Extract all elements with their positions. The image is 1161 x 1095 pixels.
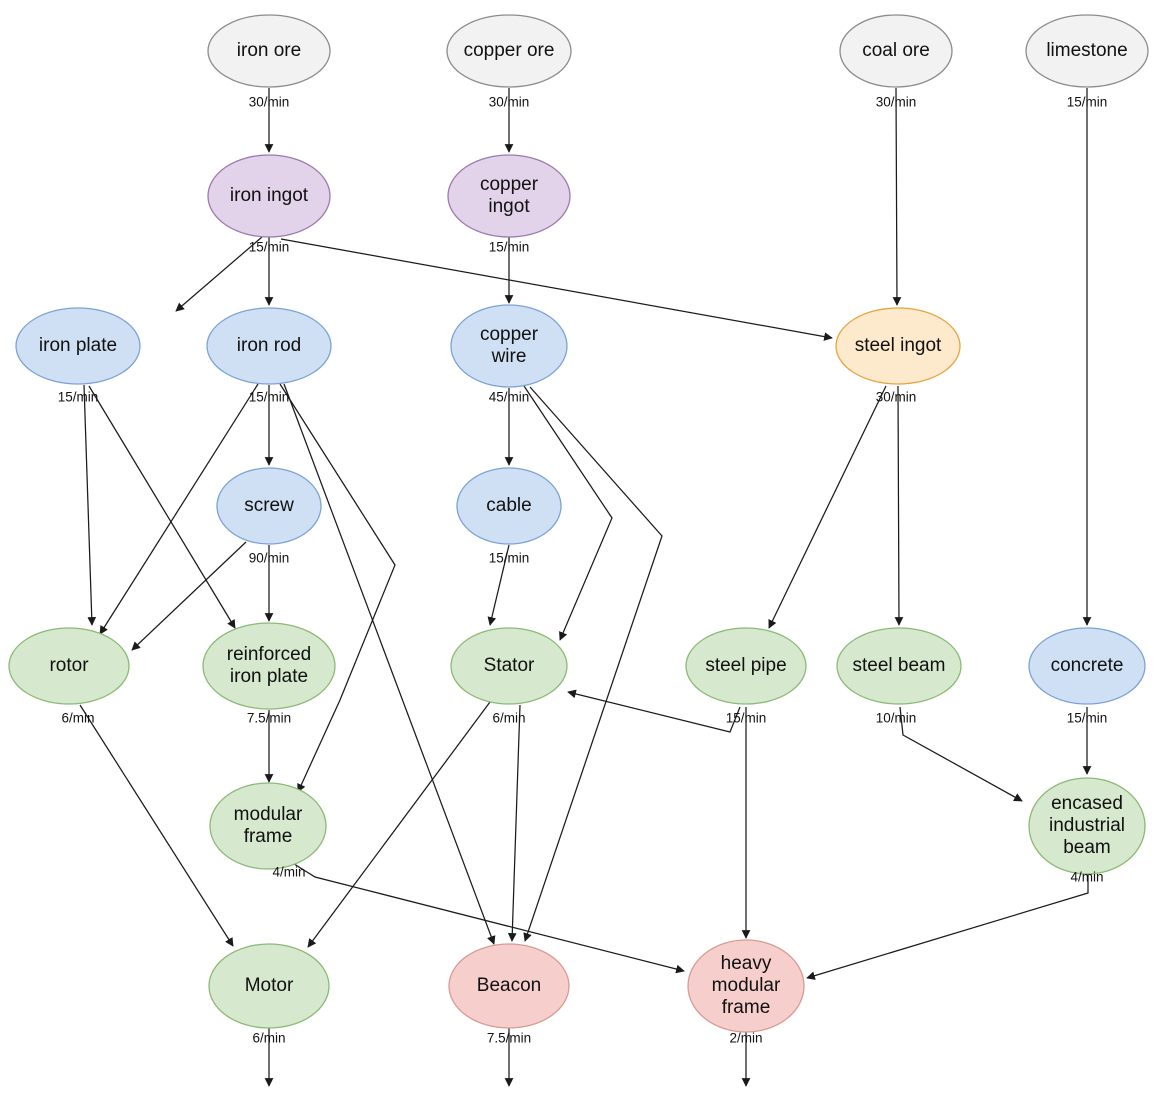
node-label-rip: reinforced iron plate xyxy=(227,644,312,687)
node-copper_wire[interactable]: copper wire xyxy=(450,304,568,388)
node-beacon[interactable]: Beacon xyxy=(448,943,570,1029)
node-label-cable: cable xyxy=(486,495,531,516)
node-copper_ingot[interactable]: copper ingot xyxy=(447,154,571,238)
node-rip[interactable]: reinforced iron plate xyxy=(202,622,336,710)
edge-iron_rod-to-mod_frame xyxy=(279,383,396,793)
rate-label-stator: 6/min xyxy=(492,711,525,726)
node-label-steel_pipe: steel pipe xyxy=(705,655,786,676)
rate-labels-layer: 30/min 30/min 30/min 15/min 15/min 15/min 15/m… xyxy=(58,95,1108,1046)
node-stator[interactable]: Stator xyxy=(450,627,568,705)
node-coal_ore[interactable]: coal ore xyxy=(839,14,953,88)
rate-label-screw: 90/min xyxy=(249,551,290,566)
edge-eib-to-hmf xyxy=(806,874,1089,980)
node-iron_ore[interactable]: iron ore xyxy=(207,14,331,88)
rate-label-hmf: 2/min xyxy=(729,1031,762,1046)
node-concrete[interactable]: concrete xyxy=(1028,627,1146,705)
rate-label-concrete: 15/min xyxy=(1067,711,1108,726)
node-label-screw: screw xyxy=(244,495,294,516)
node-iron_rod[interactable]: iron rod xyxy=(206,307,332,385)
node-label-stator: Stator xyxy=(484,655,535,676)
node-label-limestone: limestone xyxy=(1046,40,1127,61)
rate-label-cable: 15/min xyxy=(489,551,530,566)
edge-coal_ore-to-steel_ingot xyxy=(892,87,902,306)
rate-label-motor: 6/min xyxy=(252,1031,285,1046)
node-label-copper_ore: copper ore xyxy=(464,40,555,61)
node-label-concrete: concrete xyxy=(1051,655,1124,676)
node-copper_ore[interactable]: copper ore xyxy=(446,14,572,88)
node-label-rotor: rotor xyxy=(49,655,89,676)
rate-label-steel_beam: 10/min xyxy=(876,711,917,726)
edge-steel_ingot-to-steel_beam xyxy=(894,385,904,626)
rate-label-beacon: 7.5/min xyxy=(487,1031,531,1046)
node-steel_ingot[interactable]: steel ingot xyxy=(835,307,961,385)
rate-label-copper_wire: 45/min xyxy=(489,390,530,405)
node-label-steel_beam: steel beam xyxy=(853,655,946,676)
node-mod_frame[interactable]: modular frame xyxy=(209,782,327,870)
node-cable[interactable]: cable xyxy=(456,467,562,545)
node-iron_plate[interactable]: iron plate xyxy=(15,307,141,385)
rate-label-coal_ore: 30/min xyxy=(876,95,917,110)
rate-label-steel_pipe: 15/min xyxy=(726,711,767,726)
rate-label-eib: 4/min xyxy=(1070,870,1103,885)
rate-label-copper_ingot: 15/min xyxy=(489,240,530,255)
node-label-iron_ore: iron ore xyxy=(237,40,301,61)
node-label-motor: Motor xyxy=(245,975,294,996)
rate-label-iron_rod: 15/min xyxy=(249,390,290,405)
edge-steel_beam-to-eib xyxy=(899,706,1023,802)
rate-label-iron_ingot: 15/min xyxy=(249,240,290,255)
node-limestone[interactable]: limestone xyxy=(1025,14,1149,88)
node-label-iron_plate: iron plate xyxy=(39,335,117,356)
node-label-iron_ingot: iron ingot xyxy=(230,185,309,206)
node-motor[interactable]: Motor xyxy=(208,943,330,1029)
node-label-steel_ingot: steel ingot xyxy=(855,335,942,356)
rate-label-limestone: 15/min xyxy=(1067,95,1108,110)
nodes-layer: iron ore copper ore coal ore limestone iron … xyxy=(8,14,1149,1033)
rate-label-mod_frame: 4/min xyxy=(272,865,305,880)
node-label-iron_rod: iron rod xyxy=(237,335,301,356)
edges-layer xyxy=(79,87,1092,1087)
edge-iron_plate-to-rip xyxy=(88,385,236,629)
node-label-beacon: Beacon xyxy=(477,975,541,996)
edge-iron_plate-to-rotor xyxy=(83,384,97,626)
rate-label-steel_ingot: 30/min xyxy=(876,390,917,405)
node-hmf[interactable]: heavy modular frame xyxy=(687,939,805,1033)
edge-steel_ingot-to-steel_pipe xyxy=(768,385,887,629)
node-steel_pipe[interactable]: steel pipe xyxy=(685,627,807,705)
edge-stator-to-motor xyxy=(307,701,491,948)
node-eib[interactable]: encased industrial beam xyxy=(1028,777,1146,875)
rate-label-iron_plate: 15/min xyxy=(58,390,99,405)
rate-label-iron_ore: 30/min xyxy=(249,95,290,110)
node-iron_ingot[interactable]: iron ingot xyxy=(207,154,331,238)
node-label-coal_ore: coal ore xyxy=(862,40,930,61)
node-steel_beam[interactable]: steel beam xyxy=(836,627,962,705)
node-screw[interactable]: screw xyxy=(216,467,322,545)
rate-label-copper_ore: 30/min xyxy=(489,95,530,110)
production-flow-diagram: iron ore copper ore coal ore limestone iron … xyxy=(8,14,1149,1087)
rate-label-rotor: 6/min xyxy=(61,711,94,726)
edge-stator-to-beacon xyxy=(507,704,521,942)
rate-label-rip: 7.5/min xyxy=(247,711,291,726)
node-rotor[interactable]: rotor xyxy=(8,627,130,705)
